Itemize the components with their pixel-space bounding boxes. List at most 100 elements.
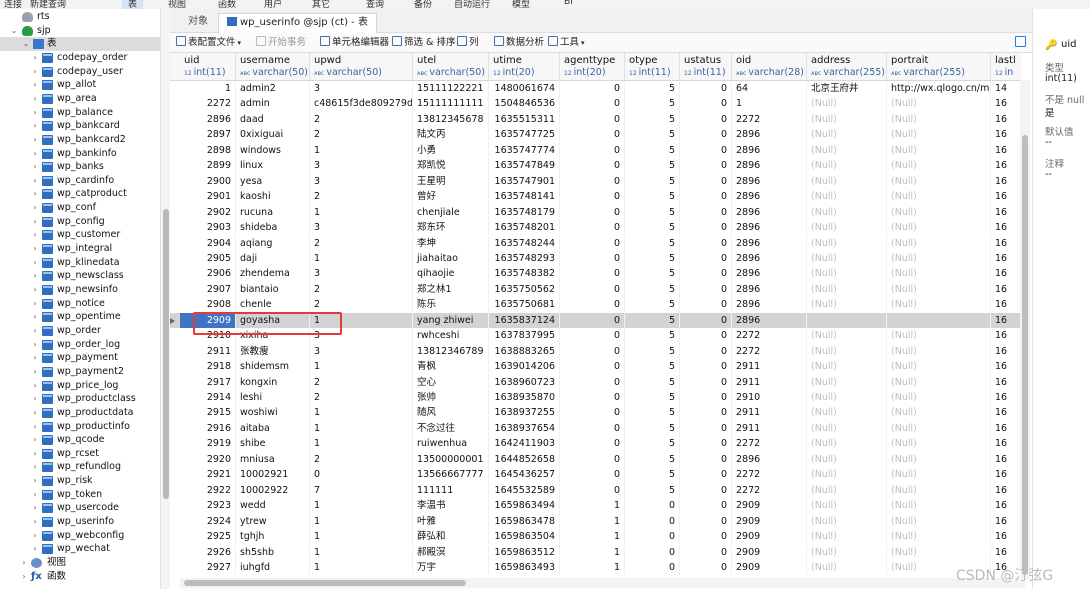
cell-utime[interactable]: 1635837124 — [489, 312, 560, 329]
cell-utime[interactable]: 1638883265 — [489, 343, 560, 360]
cell-lastl[interactable]: 16 — [991, 483, 1022, 498]
cell-username[interactable]: admin — [236, 96, 310, 112]
cell-portrait[interactable]: (Null) — [887, 142, 991, 159]
cell-utel[interactable]: 陈乐 — [413, 297, 489, 313]
chevron-right-icon[interactable]: › — [31, 501, 39, 515]
chevron-right-icon[interactable]: › — [31, 297, 39, 311]
tree-table-wp-conf[interactable]: › wp_conf — [0, 201, 160, 215]
cell-uid[interactable]: 2923 — [180, 498, 236, 514]
cell-portrait[interactable]: (Null) — [887, 359, 991, 375]
cell-uid[interactable]: 2919 — [180, 436, 236, 452]
cell-address[interactable]: (Null) — [807, 374, 887, 390]
cell-address[interactable]: (Null) — [807, 359, 887, 375]
chevron-right-icon[interactable]: › — [31, 119, 39, 133]
chevron-right-icon[interactable]: › — [31, 474, 39, 488]
cell-upwd[interactable]: 1 — [310, 544, 413, 560]
chevron-right-icon[interactable]: › — [31, 392, 39, 406]
tree-table-wp-token[interactable]: › wp_token — [0, 488, 160, 502]
cell-utel[interactable]: 13566667777 — [413, 467, 489, 483]
cell-oid[interactable]: 2896 — [732, 451, 807, 468]
tree-scrollbar[interactable] — [160, 9, 170, 589]
chevron-right-icon[interactable]: › — [31, 215, 39, 229]
cell-otype[interactable]: 5 — [625, 467, 680, 483]
cell-utel[interactable]: 叶雅 — [413, 513, 489, 530]
cell-username[interactable]: tghjh — [236, 529, 310, 545]
chevron-right-icon[interactable]: › — [31, 92, 39, 106]
cell-lastl[interactable]: 16 — [991, 498, 1022, 513]
table-row[interactable]: 2916 aitaba 1 不念过往 1638937654 0 5 0 2911 (Null) (N… — [170, 420, 1022, 437]
tree-table-wp-notice[interactable]: › wp_notice — [0, 297, 160, 311]
cell-lastl[interactable]: 16 — [991, 189, 1022, 204]
tree-table-wp-bankinfo[interactable]: › wp_bankinfo — [0, 147, 160, 161]
cell-uid[interactable]: 2903 — [180, 220, 236, 236]
cell-agenttype[interactable]: 0 — [560, 405, 625, 421]
cell-uid[interactable]: 2899 — [180, 158, 236, 174]
cell-otype[interactable]: 0 — [625, 513, 680, 530]
cell-portrait[interactable]: (Null) — [887, 390, 991, 406]
tree-table-wp-opentime[interactable]: › wp_opentime — [0, 310, 160, 324]
cell-lastl[interactable]: 16 — [991, 313, 1022, 328]
tree-table-wp-rcset[interactable]: › wp_rcset — [0, 447, 160, 461]
cell-uid[interactable]: 2914 — [180, 390, 236, 406]
column-header-utel[interactable]: utel ᴀʙᴄ varchar(50) — [413, 53, 489, 81]
table-row[interactable]: 2903 shideba 3 郑东环 1635748201 0 5 0 2896 (Null) (N… — [170, 220, 1022, 236]
tree-tables-folder[interactable]: ⌄ 表 — [0, 37, 160, 51]
chevron-right-icon[interactable]: › — [31, 310, 39, 324]
columns-button[interactable]: 列 — [457, 36, 479, 50]
cell-lastl[interactable]: 16 — [991, 112, 1022, 127]
cell-otype[interactable]: 5 — [625, 81, 680, 97]
cell-ustatus[interactable]: 0 — [680, 235, 732, 251]
cell-utime[interactable]: 1659863512 — [489, 544, 560, 560]
cell-oid[interactable]: 2896 — [732, 235, 807, 251]
tree-table-wp-allot[interactable]: › wp_allot — [0, 78, 160, 92]
cell-address[interactable]: (Null) — [807, 559, 887, 576]
cell-lastl[interactable]: 16 — [991, 529, 1022, 544]
tree-scroll-thumb[interactable] — [163, 209, 169, 499]
tree-table-wp-area[interactable]: › wp_area — [0, 92, 160, 106]
cell-oid[interactable]: 2910 — [732, 390, 807, 406]
menu-6[interactable]: 其它 — [312, 0, 330, 9]
cell-agenttype[interactable]: 1 — [560, 559, 625, 576]
cell-address[interactable]: (Null) — [807, 513, 887, 530]
column-header-upwd[interactable]: upwd ᴀʙᴄ varchar(50) — [310, 53, 413, 81]
cell-lastl[interactable]: 16 — [991, 220, 1022, 235]
tab-objects[interactable]: 对象 — [180, 13, 216, 33]
cell-ustatus[interactable]: 0 — [680, 436, 732, 452]
table-row[interactable]: 2915 woshiwi 1 随风 1638937255 0 5 0 2911 (Null) (Nu… — [170, 405, 1022, 421]
cell-ustatus[interactable]: 0 — [680, 559, 732, 576]
cell-username[interactable]: chenle — [236, 297, 310, 313]
cell-upwd[interactable]: 2 — [310, 111, 413, 128]
cell-otype[interactable]: 0 — [625, 529, 680, 545]
tree-table-wp-usercode[interactable]: › wp_usercode — [0, 501, 160, 515]
cell-otype[interactable]: 5 — [625, 281, 680, 298]
cell-upwd[interactable]: 2 — [310, 189, 413, 205]
cell-uid[interactable]: 2897 — [180, 127, 236, 143]
cell-ustatus[interactable]: 0 — [680, 111, 732, 128]
tree-table-wp-payment2[interactable]: › wp_payment2 — [0, 365, 160, 379]
tree-table-wp-productclass[interactable]: › wp_productclass — [0, 392, 160, 406]
cell-uid[interactable]: 2915 — [180, 405, 236, 421]
cell-address[interactable]: (Null) — [807, 127, 887, 143]
menu-3[interactable]: 视图 — [168, 0, 186, 9]
cell-upwd[interactable]: 1 — [310, 405, 413, 421]
tree-table-wp-price-log[interactable]: › wp_price_log — [0, 379, 160, 393]
cell-ustatus[interactable]: 0 — [680, 467, 732, 483]
table-row[interactable]: 2897 0xixiguai 2 陆文丙 1635747725 0 5 0 2896 (Null)… — [170, 127, 1022, 143]
cell-oid[interactable]: 2896 — [732, 142, 807, 159]
chevron-down-icon[interactable]: ⌄ — [22, 37, 30, 51]
cell-lastl[interactable]: 16 — [991, 452, 1022, 467]
cell-agenttype[interactable]: 0 — [560, 266, 625, 282]
cell-utel[interactable]: yang zhiwei — [413, 312, 489, 329]
cell-portrait[interactable]: (Null) — [887, 127, 991, 143]
cell-uid[interactable]: 2922 — [180, 482, 236, 499]
cell-otype[interactable]: 5 — [625, 328, 680, 344]
chevron-right-icon[interactable]: › — [31, 338, 39, 352]
chevron-right-icon[interactable]: › — [31, 542, 39, 556]
cell-uid[interactable]: 2927 — [180, 559, 236, 576]
cell-utel[interactable]: 万宇 — [413, 559, 489, 576]
table-row[interactable]: 2898 windows 1 小勇 1635747774 0 5 0 2896 (Null) (Nu… — [170, 142, 1022, 159]
cell-uid[interactable]: 2898 — [180, 142, 236, 159]
cell-utel[interactable]: 15111111111 — [413, 96, 489, 112]
cell-utel[interactable]: 李温书 — [413, 498, 489, 514]
cell-upwd[interactable]: 1 — [310, 436, 413, 452]
